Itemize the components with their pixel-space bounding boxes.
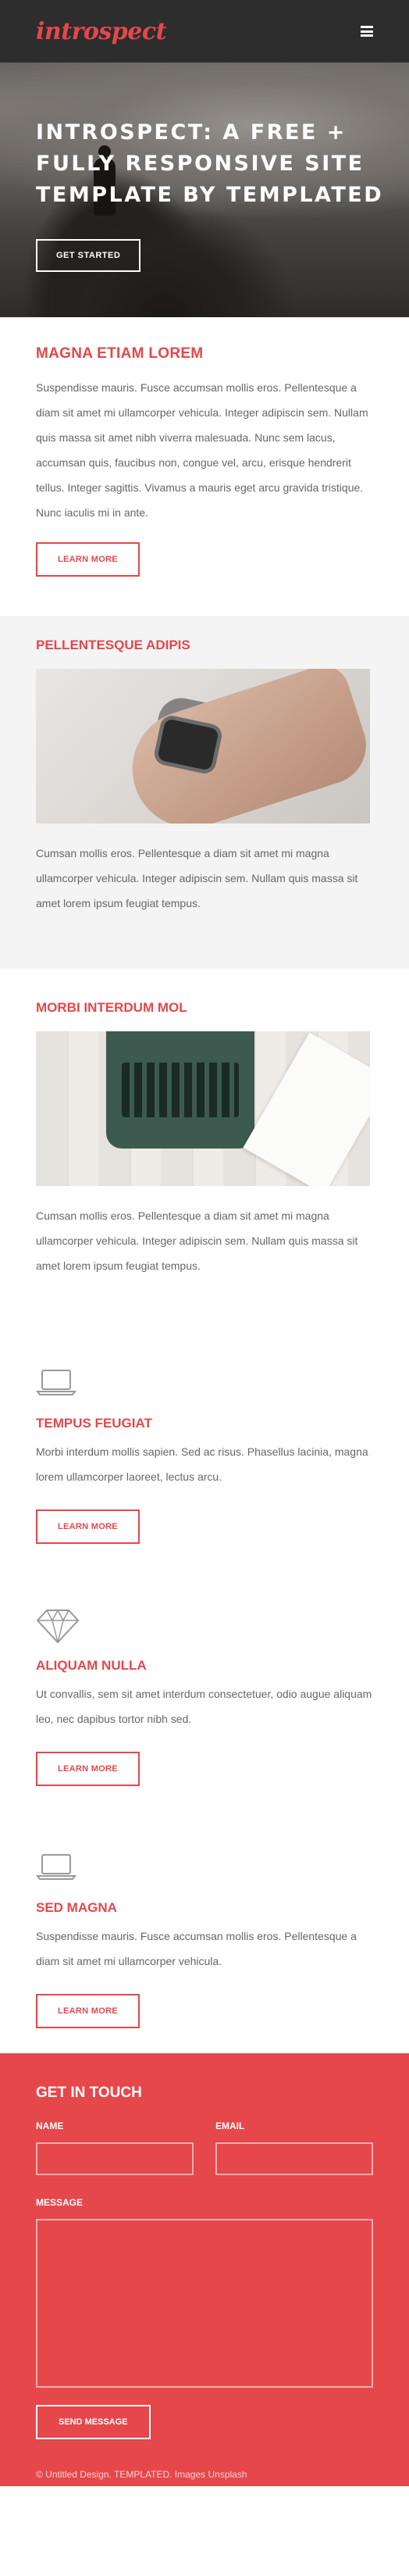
section-pellentesque: PELLENTESQUE ADIPIS Cumsan mollis eros. …	[0, 616, 409, 969]
email-label: EMAIL	[215, 2120, 245, 2131]
laptop-icon	[36, 1850, 76, 1885]
feature-title: TEMPUS FEUGIAT	[36, 1416, 152, 1431]
contact-title: GET IN TOUCH	[36, 2085, 142, 2101]
feature-tempus-feugiat: TEMPUS FEUGIAT Morbi interdum mollis sap…	[0, 1322, 409, 1564]
section-morbi-interdum: MORBI INTERDUM MOL Cumsan mollis eros. P…	[0, 969, 409, 1322]
email-field[interactable]	[215, 2142, 373, 2175]
diamond-icon	[36, 1608, 80, 1644]
learn-more-button[interactable]: LEARN MORE	[36, 1752, 140, 1786]
name-field[interactable]	[36, 2142, 194, 2175]
feature-title: ALIQUAM NULLA	[36, 1658, 147, 1673]
feature-sed-magna: SED MAGNA Suspendisse mauris. Fusce accu…	[0, 1806, 409, 2053]
get-started-button[interactable]: GET STARTED	[36, 239, 141, 272]
section-magna-etiam: MAGNA ETIAM LOREM Suspendisse mauris. Fu…	[0, 317, 409, 616]
learn-more-button[interactable]: LEARN MORE	[36, 1994, 140, 2028]
section-title: MORBI INTERDUM MOL	[36, 1000, 187, 1015]
section-text: Cumsan mollis eros. Pellentesque a diam …	[36, 1209, 358, 1272]
feature-text: Suspendisse mauris. Fusce accumsan molli…	[36, 1930, 357, 1967]
message-field[interactable]	[36, 2219, 373, 2388]
name-label: NAME	[36, 2120, 64, 2131]
copyright-text: © Untitled Design. TEMPLATED. Images Uns…	[36, 2469, 247, 2480]
section-title: PELLENTESQUE ADIPIS	[36, 638, 190, 652]
laptop-icon	[36, 1366, 76, 1400]
section-title: MAGNA ETIAM LOREM	[36, 345, 204, 362]
typewriter-image	[36, 1031, 370, 1186]
site-header: introspect	[0, 0, 409, 63]
feature-text: Morbi interdum mollis sapien. Sed ac ris…	[36, 1445, 368, 1483]
smartwatch-image	[36, 669, 370, 824]
contact-section: GET IN TOUCH NAME EMAIL MESSAGE SEND MES…	[0, 2053, 409, 2486]
message-label: MESSAGE	[36, 2197, 84, 2208]
feature-text: Ut convallis, sem sit amet interdum cons…	[36, 1688, 372, 1725]
send-message-button[interactable]: SEND MESSAGE	[36, 2405, 151, 2439]
section-text: Cumsan mollis eros. Pellentesque a diam …	[36, 847, 358, 909]
hero-title: INTROSPECT: A FREE + FULLY RESPONSIVE SI…	[36, 120, 384, 207]
feature-title: SED MAGNA	[36, 1900, 117, 1915]
hamburger-icon[interactable]	[361, 26, 373, 37]
feature-aliquam-nulla: ALIQUAM NULLA Ut convallis, sem sit amet…	[0, 1564, 409, 1806]
site-logo[interactable]: introspect	[36, 18, 166, 45]
learn-more-button[interactable]: LEARN MORE	[36, 542, 140, 577]
hero-banner: INTROSPECT: A FREE + FULLY RESPONSIVE SI…	[0, 63, 409, 317]
section-text: Suspendisse mauris. Fusce accumsan molli…	[36, 381, 368, 519]
learn-more-button[interactable]: LEARN MORE	[36, 1510, 140, 1544]
